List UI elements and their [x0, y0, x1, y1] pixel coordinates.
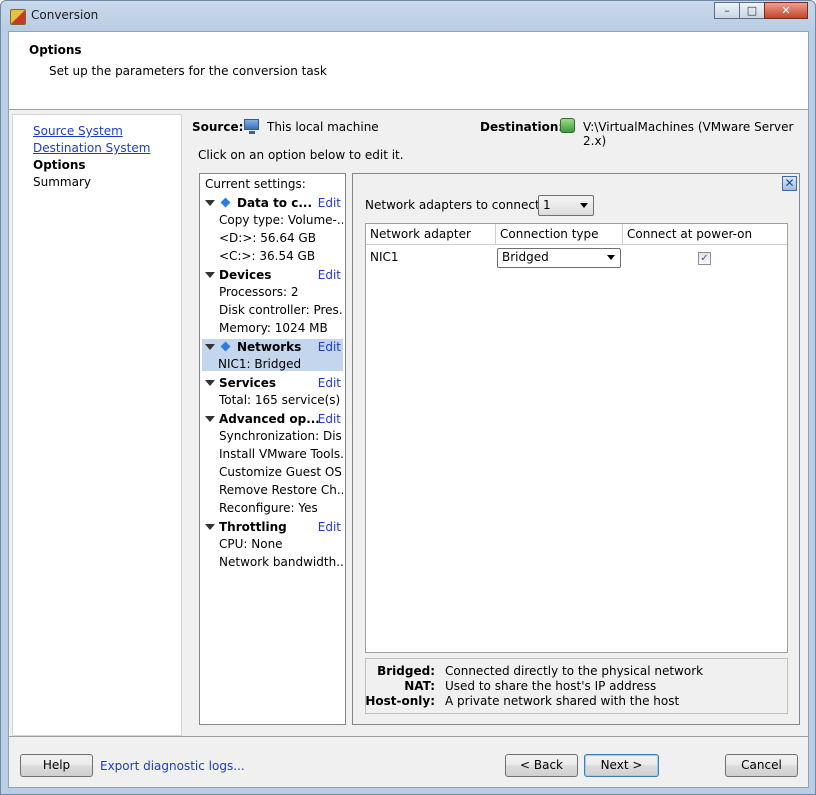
group-advanced-options[interactable]: Advanced op... Edit — [200, 411, 345, 429]
adapters-count-value: 1 — [543, 198, 551, 212]
column-header[interactable]: Connect at power-on — [623, 224, 787, 245]
group-services[interactable]: Services Edit — [200, 375, 345, 393]
monitor-icon — [244, 119, 259, 134]
group-title: Advanced op... — [219, 412, 320, 426]
settings-header: Current settings: — [205, 177, 306, 191]
next-button[interactable]: Next > — [584, 754, 659, 777]
dialog-client: Options Set up the parameters for the co… — [8, 31, 809, 788]
minimize-button[interactable]: – — [714, 2, 740, 19]
group-title: Data to c... — [237, 196, 313, 210]
network-adapters-table: Network adapter Connection type Connect … — [365, 223, 788, 653]
legend-value: Connected directly to the physical netwo… — [445, 664, 704, 678]
page-title: Options — [29, 43, 82, 57]
chevron-down-icon — [580, 203, 588, 208]
settings-list: Current settings: Data to c... Edit Copy… — [199, 173, 346, 725]
collapse-triangle-icon[interactable] — [205, 380, 215, 386]
setting-item[interactable]: Install VMware Tools... — [219, 447, 343, 461]
setting-item[interactable]: Reconfigure: Yes — [219, 501, 343, 515]
legend-value: A private network shared with the host — [445, 694, 680, 708]
setting-item[interactable]: Synchronization: Dis... — [219, 429, 343, 443]
collapse-triangle-icon[interactable] — [205, 200, 215, 206]
network-options-panel: ✕ Network adapters to connect 1 Network … — [352, 173, 800, 725]
instruction-text: Click on an option below to edit it. — [198, 148, 404, 162]
group-devices[interactable]: Devices Edit — [200, 267, 345, 285]
edit-link[interactable]: Edit — [318, 376, 341, 390]
group-title: Services — [219, 376, 277, 390]
wizard-steps: Source System Destination System Options… — [12, 114, 182, 736]
connection-type-value: Bridged — [502, 250, 549, 264]
group-data-to-copy[interactable]: Data to c... Edit — [200, 195, 345, 213]
source-label: Source: — [192, 120, 244, 134]
setting-item[interactable]: Total: 165 service(s) — [219, 393, 343, 407]
collapse-triangle-icon[interactable] — [205, 344, 215, 350]
maximize-button[interactable]: □ — [739, 2, 765, 19]
title-bar[interactable]: Conversion – □ ✕ — [1, 1, 815, 31]
setting-item[interactable]: Copy type: Volume-... — [219, 213, 343, 227]
setting-item[interactable]: CPU: None — [219, 537, 343, 551]
export-logs-link[interactable]: Export diagnostic logs... — [100, 759, 245, 773]
edit-link[interactable]: Edit — [318, 412, 341, 426]
setting-item[interactable]: Memory: 1024 MB — [219, 321, 343, 335]
step-options: Options — [33, 158, 86, 172]
footer-divider — [9, 736, 808, 737]
column-header[interactable]: Network adapter — [366, 224, 496, 245]
group-throttling[interactable]: Throttling Edit — [200, 519, 345, 537]
legend-key: NAT: — [404, 679, 435, 693]
adapters-label: Network adapters to connect — [365, 198, 540, 212]
column-header[interactable]: Connection type — [496, 224, 623, 245]
edit-link[interactable]: Edit — [318, 196, 341, 210]
adapters-count-select[interactable]: 1 — [538, 195, 594, 216]
vm-icon — [560, 118, 575, 133]
adapter-name-cell: NIC1 — [370, 250, 399, 264]
connection-type-legend: Bridged: Connected directly to the physi… — [365, 658, 788, 714]
conversion-window: Conversion – □ ✕ Options Set up the para… — [0, 0, 816, 795]
source-value: This local machine — [267, 120, 379, 134]
setting-item[interactable]: <C:>: 36.54 GB — [219, 249, 343, 263]
setting-item[interactable]: <D:>: 56.64 GB — [219, 231, 343, 245]
close-button[interactable]: ✕ — [764, 2, 808, 19]
setting-item[interactable]: Customize Guest OS... — [219, 465, 343, 479]
step-destination-system[interactable]: Destination System — [33, 141, 150, 155]
setting-item[interactable]: Network bandwidth... — [219, 555, 343, 569]
setting-item[interactable]: Processors: 2 — [219, 285, 343, 299]
close-icon[interactable]: ✕ — [782, 176, 797, 191]
collapse-triangle-icon[interactable] — [205, 272, 215, 278]
group-title: Devices — [219, 268, 272, 282]
setting-item[interactable]: Disk controller: Pres... — [219, 303, 343, 317]
destination-value: V:\VirtualMachines (VMware Server 2.x) — [583, 120, 794, 148]
destination-label: Destination: — [480, 120, 564, 134]
group-title: Networks — [237, 340, 302, 354]
window-controls: – □ ✕ — [714, 2, 808, 19]
setting-item[interactable]: NIC1: Bridged — [202, 357, 343, 371]
help-button[interactable]: Help — [20, 754, 93, 777]
back-button[interactable]: < Back — [505, 754, 578, 777]
connect-at-power-on-checkbox[interactable]: ✓ — [698, 252, 711, 265]
collapse-triangle-icon[interactable] — [205, 416, 215, 422]
edit-link[interactable]: Edit — [318, 520, 341, 534]
collapse-triangle-icon[interactable] — [205, 524, 215, 530]
group-title: Throttling — [219, 520, 287, 534]
warning-diamond-icon — [220, 197, 231, 208]
cancel-button[interactable]: Cancel — [725, 754, 798, 777]
legend-key: Bridged: — [377, 664, 435, 678]
window-title: Conversion — [31, 8, 99, 22]
page-description: Set up the parameters for the conversion… — [49, 64, 327, 78]
group-networks[interactable]: Networks Edit — [202, 339, 343, 357]
edit-link[interactable]: Edit — [318, 340, 341, 354]
connection-type-select[interactable]: Bridged — [497, 248, 621, 268]
legend-value: Used to share the host's IP address — [445, 679, 657, 693]
legend-key: Host-only: — [365, 694, 435, 708]
step-summary: Summary — [33, 175, 91, 189]
header-banner: Options Set up the parameters for the co… — [9, 32, 808, 110]
app-icon — [10, 9, 26, 25]
warning-diamond-icon — [220, 341, 231, 352]
chevron-down-icon — [607, 255, 615, 260]
step-source-system[interactable]: Source System — [33, 124, 123, 138]
edit-link[interactable]: Edit — [318, 268, 341, 282]
setting-item[interactable]: Remove Restore Ch... — [219, 483, 343, 497]
